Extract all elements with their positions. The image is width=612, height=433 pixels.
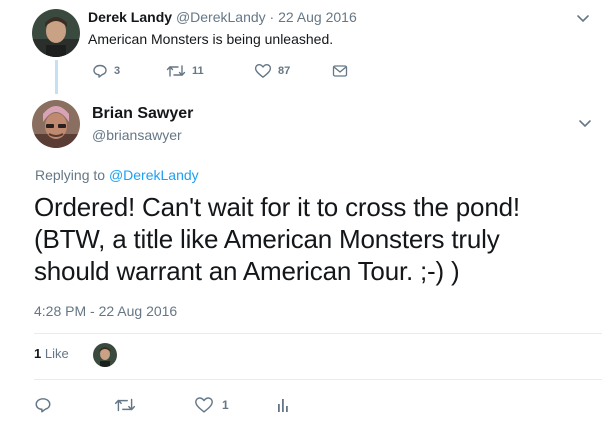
parent-retweet-count: 11 (192, 65, 204, 77)
meta-separator: · (265, 9, 279, 25)
likes-summary[interactable]: 1 Like (34, 346, 69, 361)
tweet-text-line: (BTW, a title like American Monsters tru… (34, 224, 500, 254)
parent-reply-button[interactable]: 3 (92, 62, 120, 80)
parent-tweet-text: American Monsters is being unleashed. (88, 31, 334, 47)
retweet-icon (166, 65, 186, 77)
likes-label: Like (44, 346, 69, 361)
analytics-icon (278, 399, 288, 412)
replying-to-link[interactable]: @DerekLandy (109, 167, 199, 183)
reply-icon (35, 398, 51, 413)
parent-reply-count: 3 (114, 65, 121, 77)
author-handle[interactable]: @briansawyer (92, 127, 182, 143)
tweet-text-line: should warrant an American Tour. ;-) ) (34, 256, 460, 286)
envelope-icon (332, 65, 348, 77)
parent-date[interactable]: 22 Aug 2016 (278, 9, 357, 25)
parent-author-handle[interactable]: @DerekLandy (176, 9, 266, 25)
author-avatar[interactable] (32, 100, 80, 148)
parent-author-line: Derek Landy @DerekLandy · 22 Aug 2016 (88, 9, 357, 25)
parent-author-avatar[interactable] (32, 9, 80, 57)
like-count: 1 (222, 398, 229, 412)
heart-icon (195, 397, 213, 413)
reply-button[interactable] (34, 396, 52, 414)
tweet-text-line: Ordered! Can't wait for it to cross the … (34, 192, 520, 222)
parent-like-button[interactable]: 87 (254, 62, 290, 80)
divider (34, 333, 602, 334)
retweet-icon (114, 398, 136, 412)
thread-connector-line (55, 60, 58, 94)
replying-to-prefix: Replying to (35, 167, 109, 183)
replying-to-line: Replying to @DerekLandy (35, 167, 199, 183)
tweet-text: Ordered! Can't wait for it to cross the … (34, 191, 594, 287)
analytics-button[interactable] (276, 396, 290, 414)
parent-like-count: 87 (278, 65, 291, 77)
chevron-down-icon[interactable] (576, 14, 590, 24)
divider (34, 379, 602, 380)
liker-avatar[interactable] (93, 343, 117, 367)
likes-count: 1 (34, 346, 42, 361)
chevron-down-icon[interactable] (578, 119, 592, 129)
reply-icon (93, 64, 107, 78)
parent-direct-message-button[interactable] (332, 62, 348, 80)
author-name[interactable]: Brian Sawyer (92, 105, 193, 123)
parent-retweet-button[interactable]: 11 (166, 62, 204, 80)
like-button[interactable]: 1 (194, 396, 229, 414)
parent-author-name[interactable]: Derek Landy (88, 9, 172, 25)
retweet-button[interactable] (114, 396, 136, 414)
heart-icon (254, 64, 272, 78)
tweet-timestamp[interactable]: 4:28 PM - 22 Aug 2016 (34, 303, 177, 319)
